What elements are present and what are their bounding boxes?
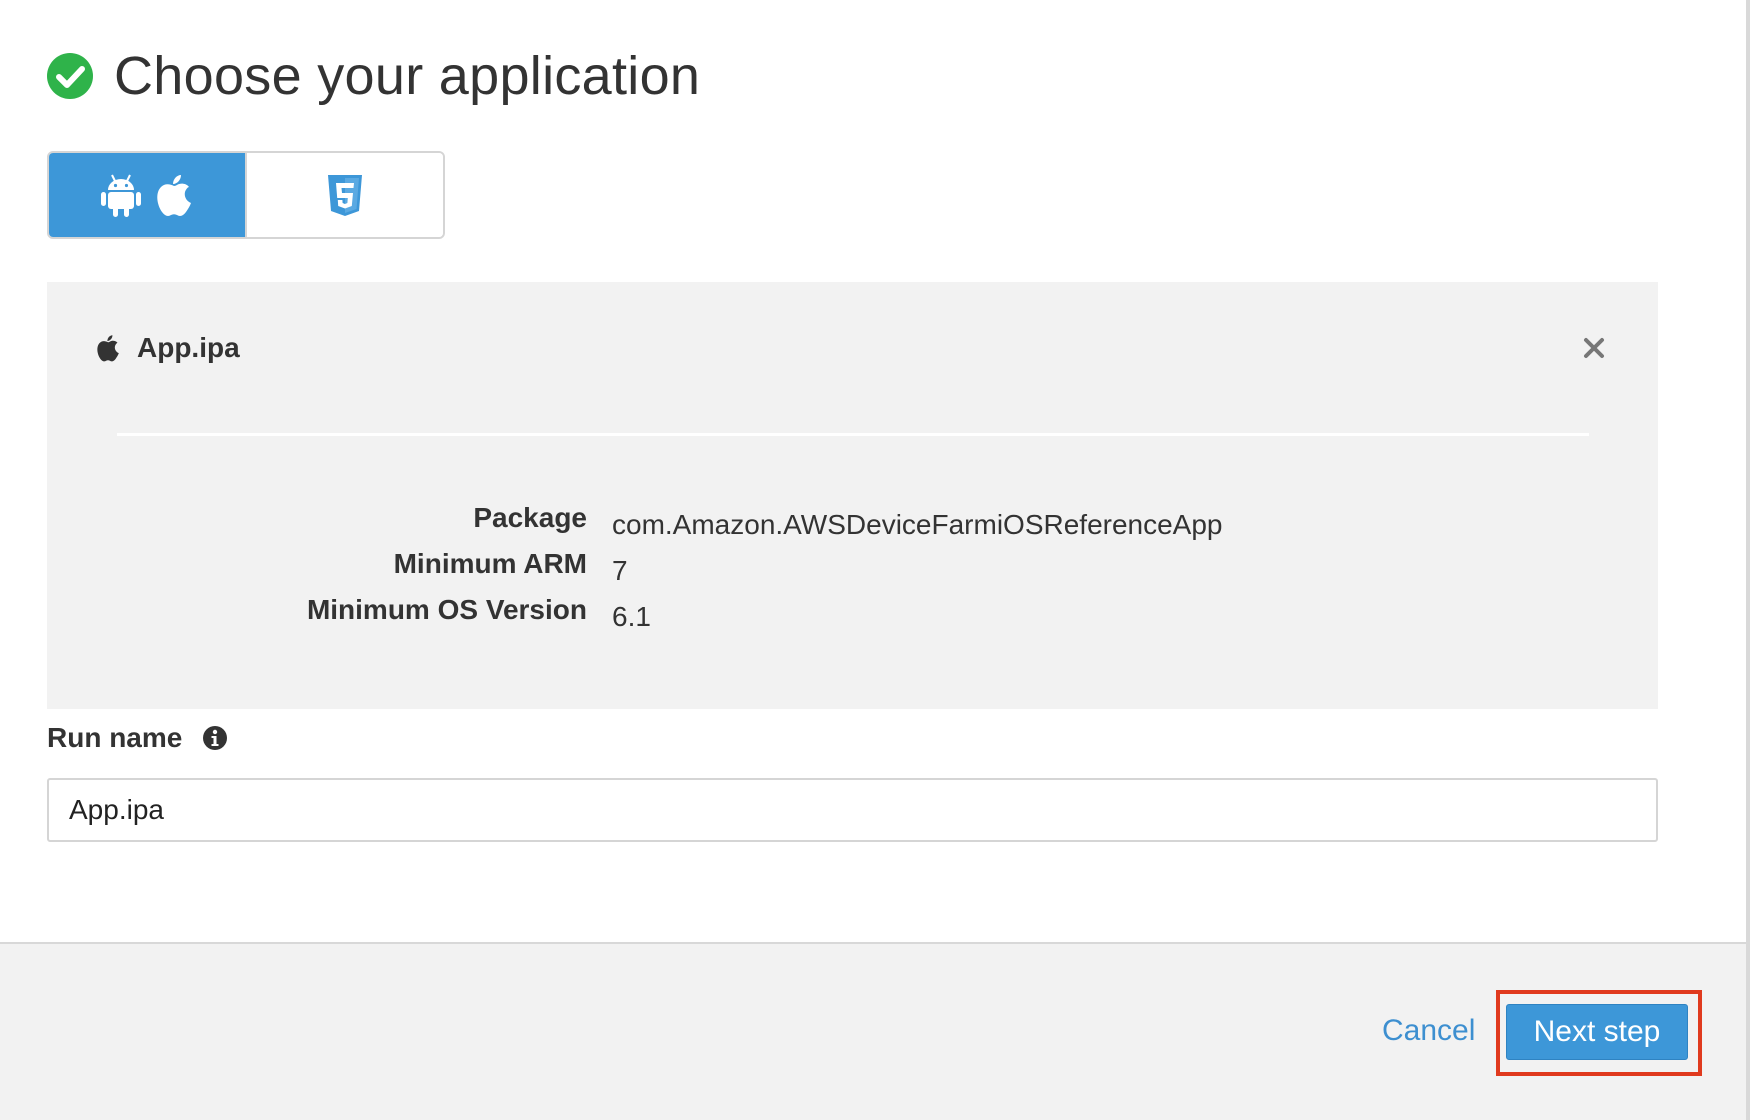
window-edge <box>1746 0 1750 1120</box>
app-type-toggle <box>47 151 445 239</box>
page-header: Choose your application <box>46 36 700 116</box>
html5-icon <box>328 175 362 216</box>
detail-value: 6.1 <box>612 601 651 632</box>
apple-icon <box>157 175 191 216</box>
apple-icon <box>97 335 119 362</box>
check-circle-icon <box>47 53 93 99</box>
file-name: App.ipa <box>137 332 240 363</box>
android-icon <box>101 174 141 217</box>
run-name-label: Run name <box>47 722 183 753</box>
page-title: Choose your application <box>114 46 701 106</box>
detail-key: Package <box>473 502 587 533</box>
next-step-button[interactable]: Next step <box>1506 1004 1688 1060</box>
file-header: App.ipa <box>95 332 240 364</box>
run-name-label-row: Run name <box>47 722 228 754</box>
toggle-web-app[interactable] <box>245 153 443 237</box>
file-details-panel: App.ipa Package com.Amazon.AWSDeviceFarm… <box>47 282 1658 709</box>
toggle-native-app[interactable] <box>49 153 245 237</box>
close-icon[interactable] <box>1582 336 1606 360</box>
divider <box>117 433 1589 436</box>
cancel-link[interactable]: Cancel <box>1382 1014 1475 1048</box>
detail-value: 7 <box>612 555 628 586</box>
footer: Cancel Next step <box>0 942 1746 1120</box>
info-icon[interactable] <box>202 725 228 751</box>
detail-key: Minimum ARM <box>393 548 587 579</box>
detail-key: Minimum OS Version <box>306 594 587 625</box>
run-name-input[interactable] <box>47 778 1658 842</box>
detail-value: com.Amazon.AWSDeviceFarmiOSReferenceApp <box>612 509 1223 540</box>
